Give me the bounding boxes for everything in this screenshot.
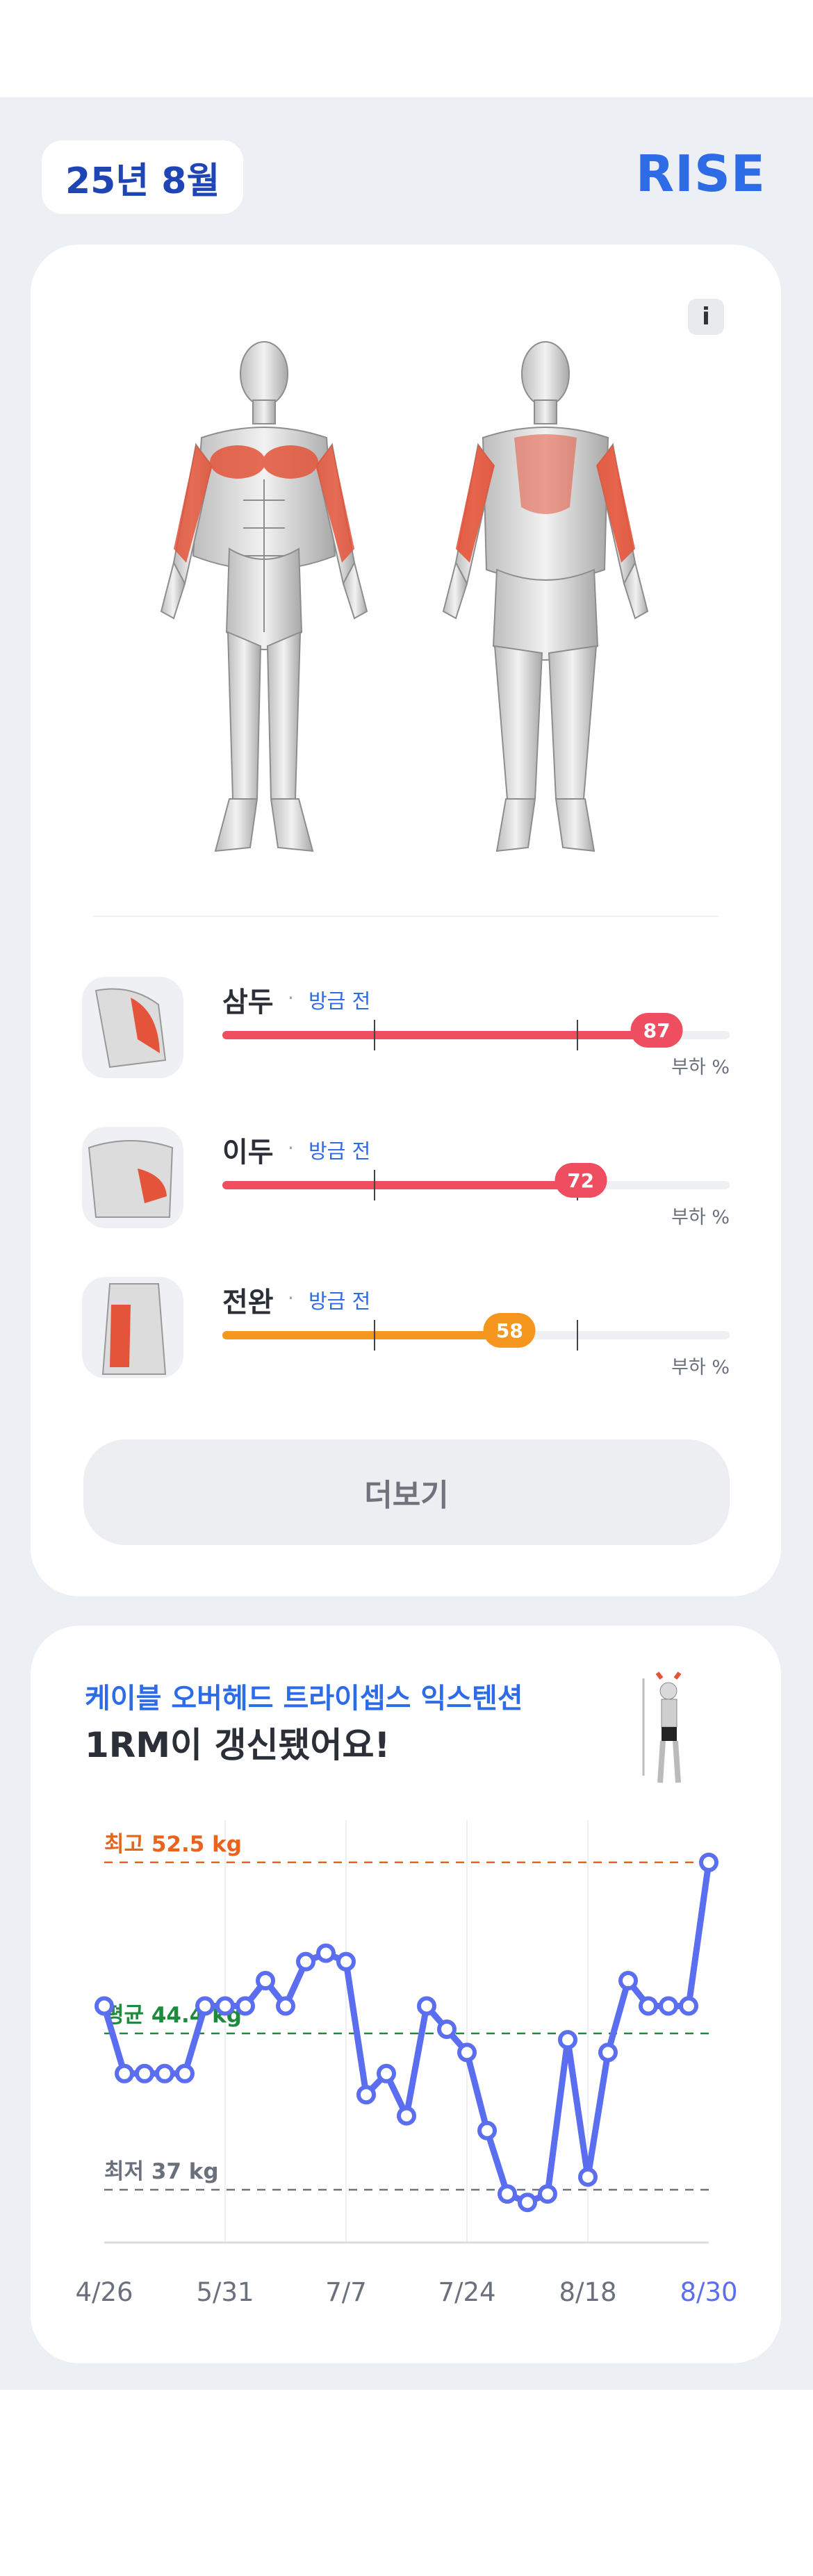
load-unit: 부하 % [671,1357,730,1378]
load-bar-fill [222,1331,517,1339]
section-divider [93,916,718,917]
load-tick [577,1320,578,1351]
more-button[interactable]: 더보기 [83,1439,730,1545]
info-icon[interactable]: i [688,299,724,335]
load-unit: 부하 % [671,1057,730,1078]
muscle-name: 전완 [222,1287,274,1319]
exercise-name: 케이블 오버헤드 트라이셉스 익스텐션 [85,1683,523,1715]
forearm-thumbnail [82,1277,183,1378]
triceps-thumbnail [82,977,183,1078]
info-icon-label: i [702,303,710,331]
load-tick [374,1020,375,1050]
load-bar-fill [222,1181,588,1189]
load-tick [374,1320,375,1351]
load-badge: 58 [483,1313,536,1348]
month-label: 25년 8월 [65,160,220,202]
load-bar-fill [222,1031,664,1039]
separator-dot: · [288,1287,294,1310]
body-back-figure [442,341,649,852]
muscle-updated: 방금 전 [309,1289,371,1313]
load-tick [577,1020,578,1050]
month-selector[interactable]: 25년 8월 [42,140,244,214]
load-bar: 58 [222,1313,730,1351]
muscle-load-card [31,245,781,1596]
load-bar: 87 [222,1013,730,1050]
load-tick [374,1170,375,1200]
load-bar: 72 [222,1163,730,1200]
muscle-name: 삼두 [222,986,274,1018]
separator-dot: · [288,1137,294,1159]
biceps-thumbnail [82,1127,183,1228]
load-badge: 72 [555,1163,607,1198]
exercise-illustration [642,1671,682,1783]
muscle-updated: 방금 전 [309,989,371,1013]
muscle-name: 이두 [222,1137,274,1169]
muscle-updated: 방금 전 [309,1139,371,1163]
record-headline: 1RM이 갱신됐어요! [85,1725,391,1765]
separator-dot: · [288,986,294,1009]
load-badge: 87 [630,1013,683,1048]
load-unit: 부하 % [671,1207,730,1228]
more-button-label: 더보기 [364,1478,449,1513]
brand-logo: RISE [635,145,766,203]
body-front-figure [160,341,368,852]
